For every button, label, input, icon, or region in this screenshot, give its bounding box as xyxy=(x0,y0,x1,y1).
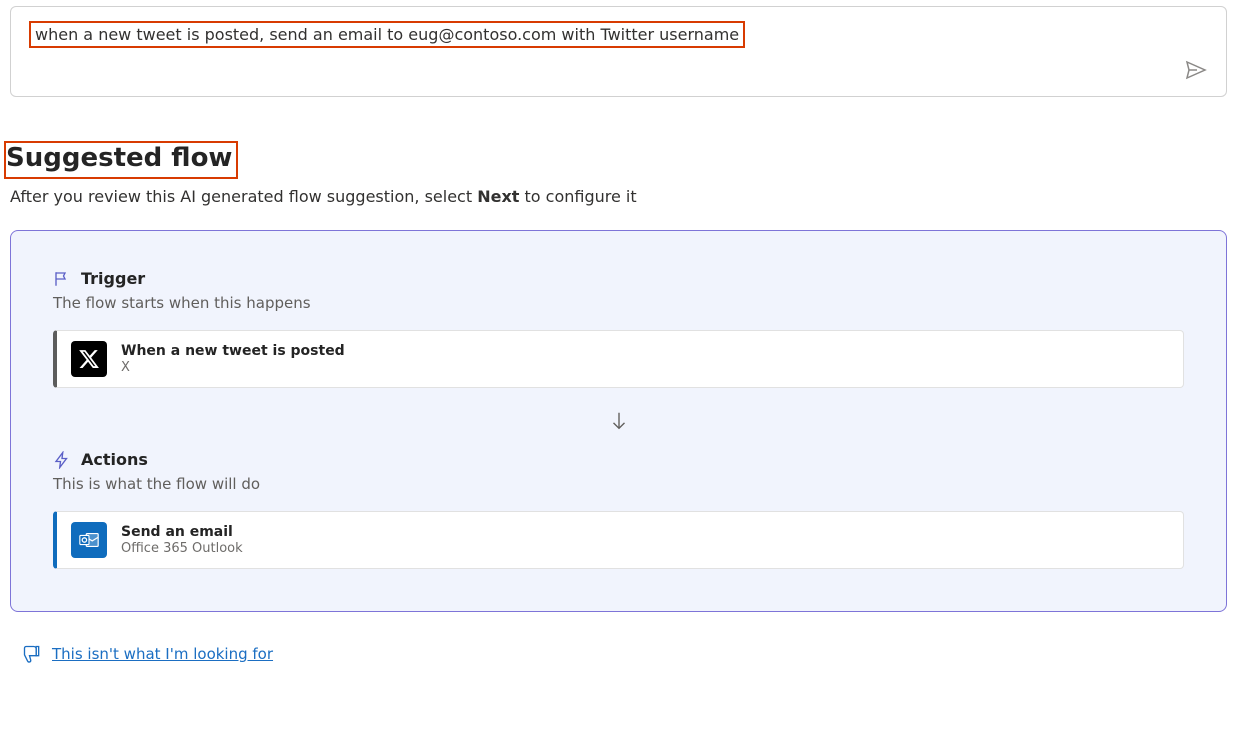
suggested-desc-before: After you review this AI generated flow … xyxy=(10,187,477,206)
actions-heading-text: Actions xyxy=(81,450,148,469)
action-step-sub: Office 365 Outlook xyxy=(121,541,243,556)
lightning-icon xyxy=(53,451,71,469)
trigger-step-sub: X xyxy=(121,360,345,375)
flag-icon xyxy=(53,270,71,288)
send-icon xyxy=(1184,58,1208,82)
send-button[interactable] xyxy=(1184,58,1208,82)
action-step-card[interactable]: Send an email Office 365 Outlook xyxy=(53,511,1184,569)
suggested-description: After you review this AI generated flow … xyxy=(10,187,1227,206)
actions-section: Actions This is what the flow will do Se… xyxy=(53,450,1184,569)
action-step-title: Send an email xyxy=(121,524,243,540)
feedback-row: This isn't what I'm looking for xyxy=(10,644,1227,664)
suggested-desc-bold: Next xyxy=(477,187,519,206)
trigger-heading-text: Trigger xyxy=(81,269,145,288)
trigger-step-card[interactable]: When a new tweet is posted X xyxy=(53,330,1184,388)
thumbs-down-icon[interactable] xyxy=(22,644,42,664)
flow-arrow xyxy=(53,410,1184,436)
trigger-sub: The flow starts when this happens xyxy=(53,294,1184,312)
arrow-down-icon xyxy=(608,410,630,432)
suggested-title-highlight: Suggested flow xyxy=(4,141,238,179)
suggested-title: Suggested flow xyxy=(6,143,232,173)
action-step-text: Send an email Office 365 Outlook xyxy=(121,524,243,556)
trigger-step-text: When a new tweet is posted X xyxy=(121,343,345,375)
feedback-link[interactable]: This isn't what I'm looking for xyxy=(52,645,273,663)
x-twitter-icon xyxy=(71,341,107,377)
suggested-flow-section: Suggested flow After you review this AI … xyxy=(10,141,1227,664)
actions-sub: This is what the flow will do xyxy=(53,475,1184,493)
prompt-text: when a new tweet is posted, send an emai… xyxy=(35,25,739,44)
trigger-step-title: When a new tweet is posted xyxy=(121,343,345,359)
flow-card: Trigger The flow starts when this happen… xyxy=(10,230,1227,612)
trigger-header: Trigger xyxy=(53,269,1184,288)
suggested-desc-after: to configure it xyxy=(519,187,636,206)
trigger-section: Trigger The flow starts when this happen… xyxy=(53,269,1184,388)
prompt-input-box[interactable]: when a new tweet is posted, send an emai… xyxy=(10,6,1227,97)
prompt-highlight-wrap: when a new tweet is posted, send an emai… xyxy=(29,21,745,48)
outlook-icon xyxy=(71,522,107,558)
actions-header: Actions xyxy=(53,450,1184,469)
